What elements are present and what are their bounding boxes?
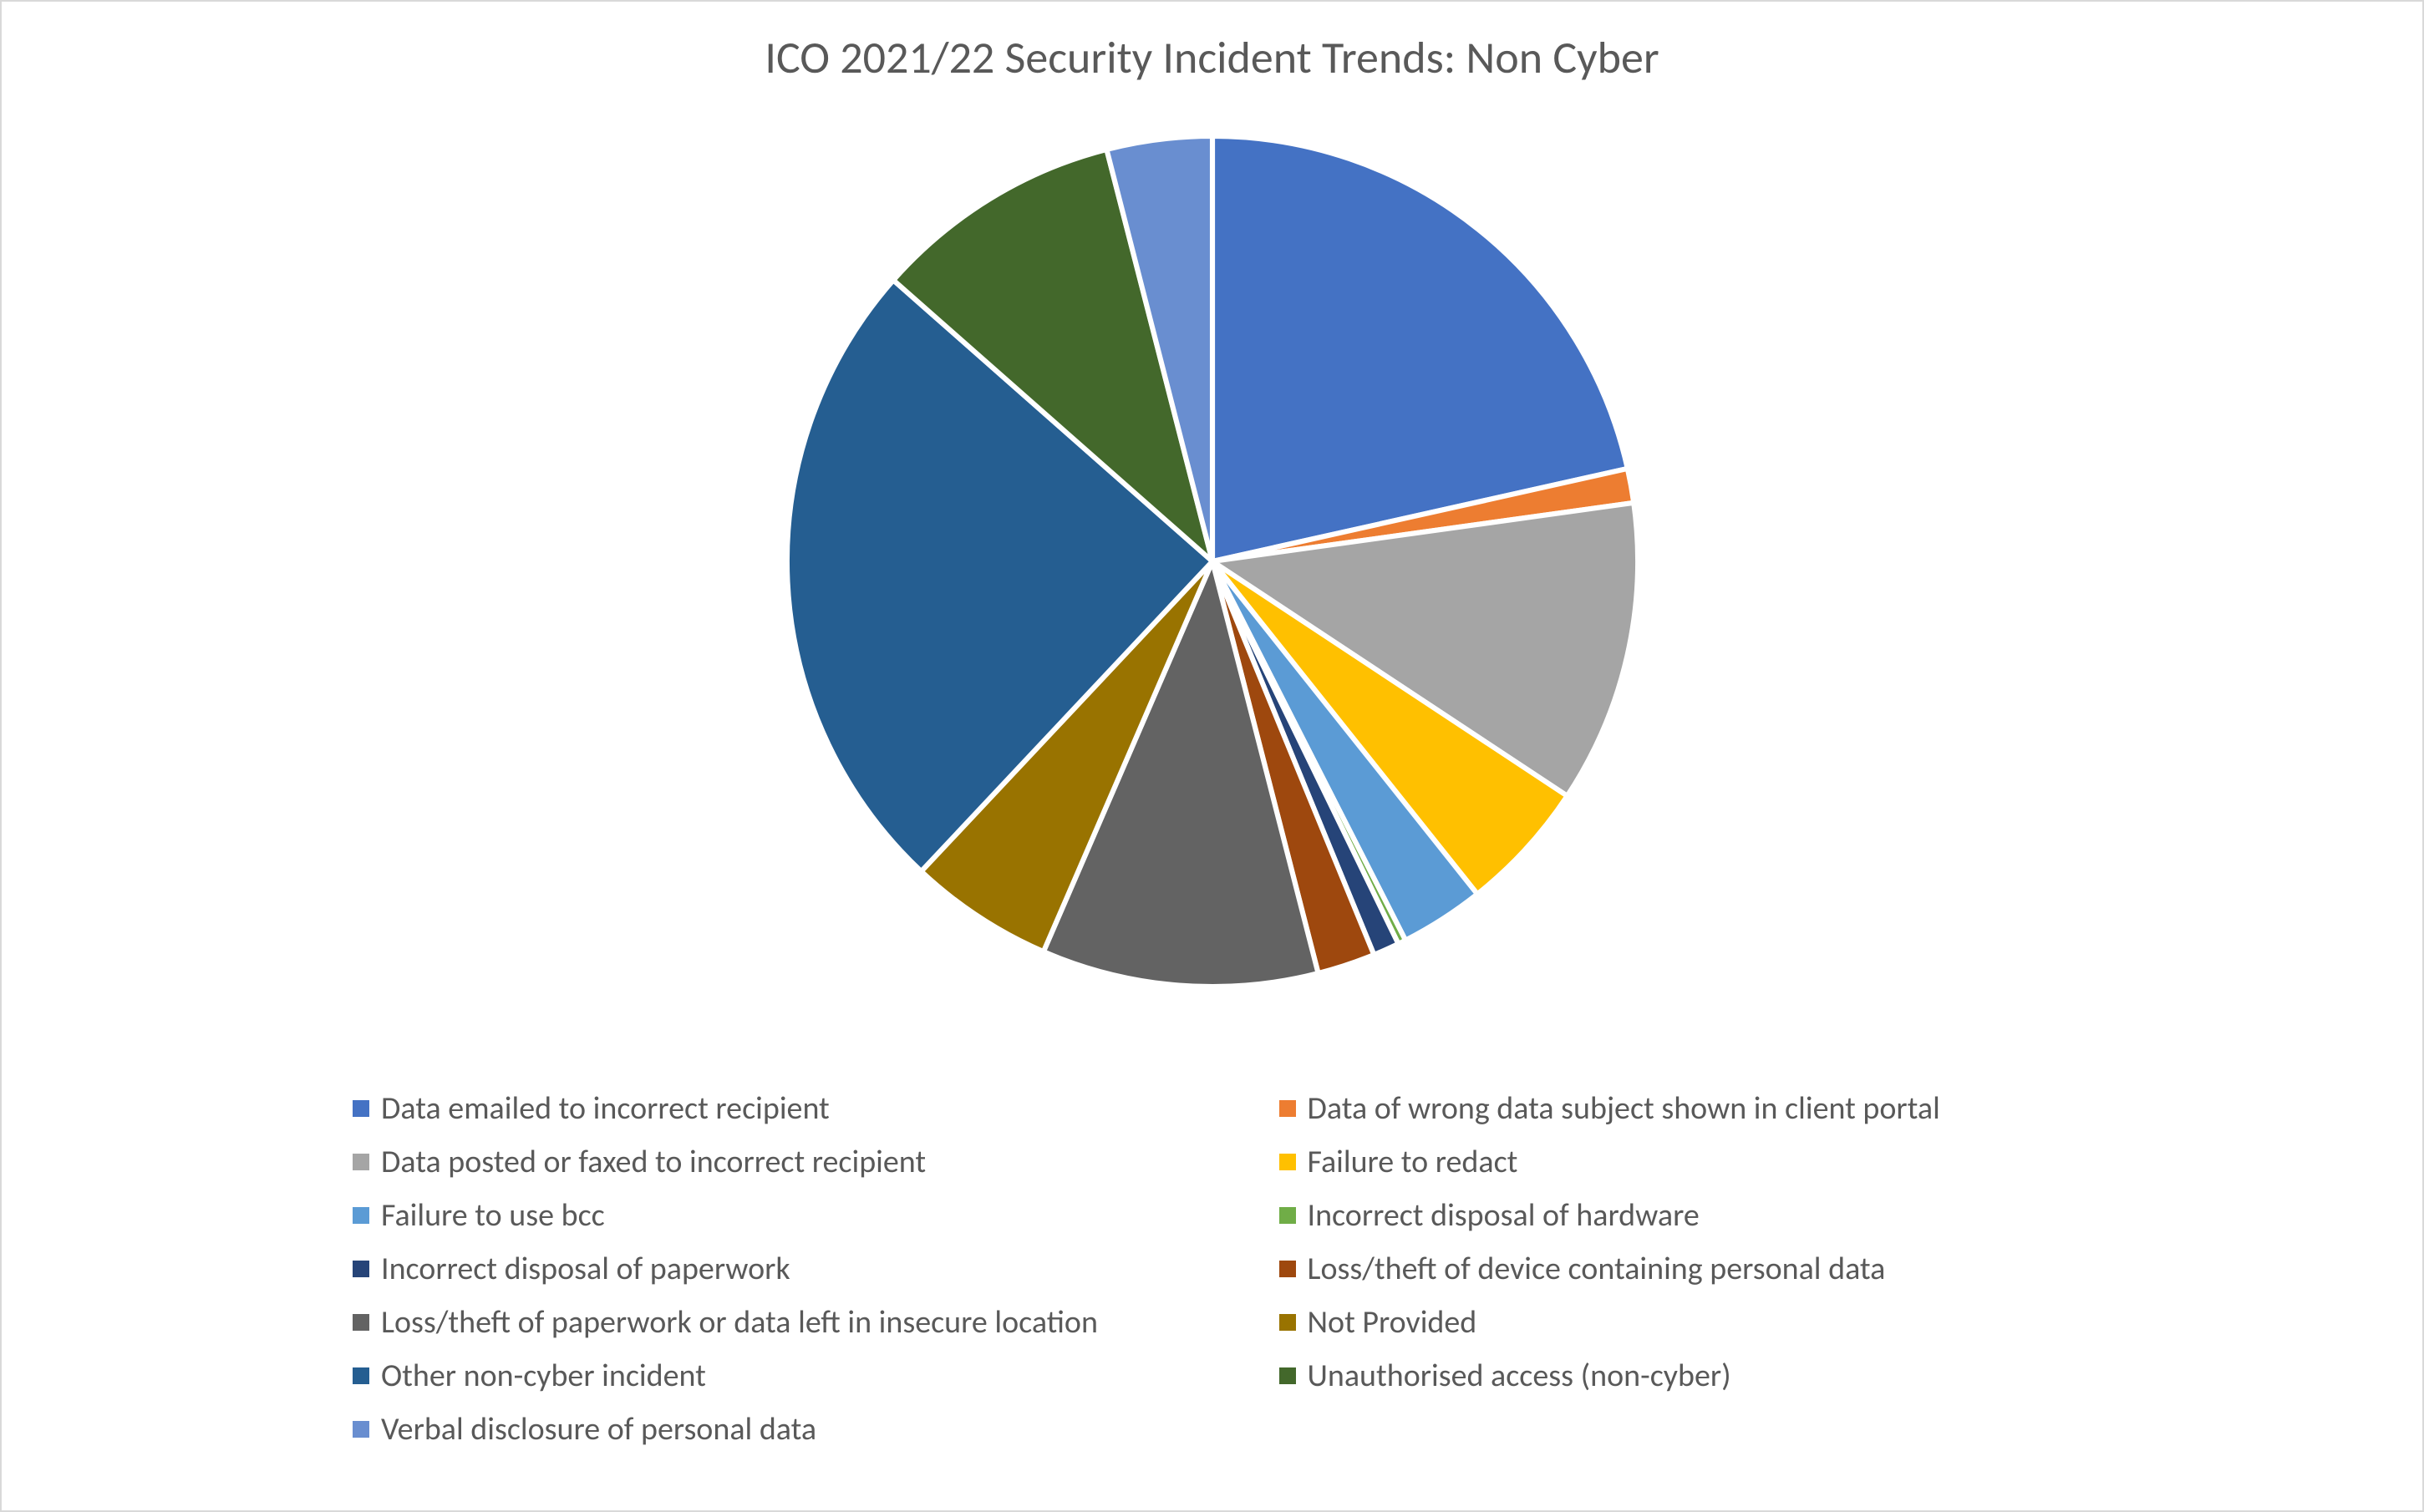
legend-item: Failure to redact [1279,1143,2206,1181]
legend-swatch [353,1367,369,1384]
legend-label: Not Provided [1308,1303,1477,1342]
legend-label: Other non-cyber incident [381,1357,706,1395]
legend-swatch [1279,1100,1296,1117]
legend-label: Data emailed to incorrect recipient [381,1089,830,1128]
legend-swatch [353,1261,369,1277]
legend-item: Data of wrong data subject shown in clie… [1279,1089,2206,1128]
legend-swatch [1279,1314,1296,1331]
legend-swatch [353,1154,369,1170]
legend-swatch [1279,1261,1296,1277]
chart-title: ICO 2021/22 Security Incident Trends: No… [35,30,2389,85]
pie-wrap [35,94,2389,1029]
legend-item: Incorrect disposal of hardware [1279,1196,2206,1235]
legend-swatch [1279,1154,1296,1170]
legend-item: Not Provided [1279,1303,2206,1342]
legend-item: Data emailed to incorrect recipient [353,1089,1279,1128]
legend-label: Loss/theft of device containing personal… [1308,1250,1886,1288]
legend-item: Verbal disclosure of personal data [353,1410,1279,1449]
legend-item: Other non-cyber incident [353,1357,1279,1395]
legend-item: Unauthorised access (non-cyber) [1279,1357,2206,1395]
legend-item: Failure to use bcc [353,1196,1279,1235]
legend-label: Verbal disclosure of personal data [381,1410,816,1449]
legend-swatch [353,1207,369,1224]
legend-item: Loss/theft of device containing personal… [1279,1250,2206,1288]
legend-swatch [1279,1367,1296,1384]
legend-item: Incorrect disposal of paperwork [353,1250,1279,1288]
legend-label: Incorrect disposal of hardware [1308,1196,1700,1235]
legend-swatch [353,1421,369,1438]
legend-label: Data of wrong data subject shown in clie… [1308,1089,1940,1128]
legend-label: Data posted or faxed to incorrect recipi… [381,1143,926,1181]
legend-swatch [1279,1207,1296,1224]
legend-swatch [353,1100,369,1117]
legend-label: Incorrect disposal of paperwork [381,1250,790,1288]
legend-label: Failure to use bcc [381,1196,605,1235]
legend-label: Loss/theft of paperwork or data left in … [381,1303,1098,1342]
legend-swatch [353,1314,369,1331]
legend: Data emailed to incorrect recipient Data … [353,1089,2205,1464]
legend-label: Unauthorised access (non-cyber) [1308,1357,1731,1395]
legend-item: Data posted or faxed to incorrect recipi… [353,1143,1279,1181]
legend-label: Failure to redact [1308,1143,1518,1181]
pie-chart [744,94,1680,1029]
chart-card: ICO 2021/22 Security Incident Trends: No… [0,0,2424,1512]
legend-item: Loss/theft of paperwork or data left in … [353,1303,1279,1342]
